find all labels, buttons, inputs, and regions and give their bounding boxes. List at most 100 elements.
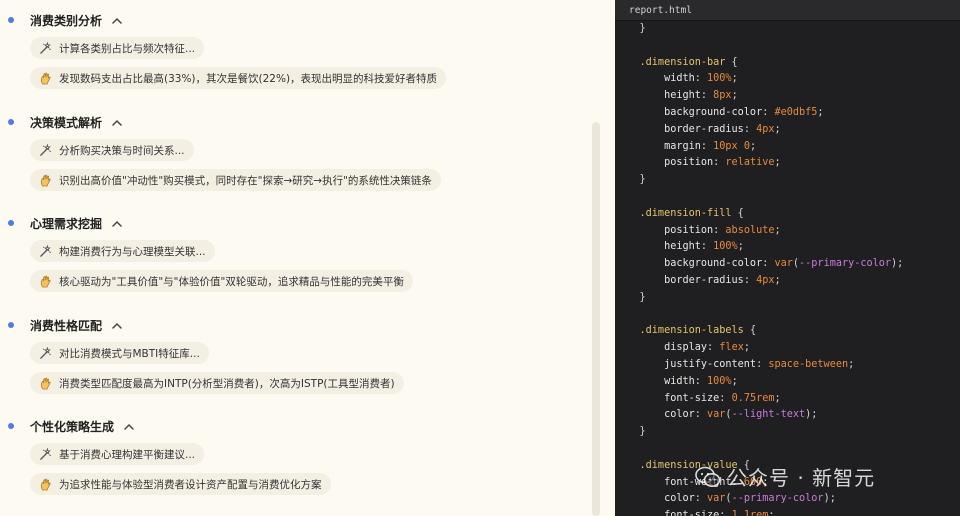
code-token: { (737, 459, 750, 471)
code-token: .dimension-fill (615, 207, 732, 219)
section-title-4[interactable]: 消费性格匹配 (30, 317, 123, 334)
code-line: background-color: #e0dbf5; (615, 105, 960, 122)
code-line: } (615, 424, 960, 441)
code-token: border-radius (615, 123, 744, 135)
code-token: #e0dbf5 (774, 106, 818, 118)
code-token: : (694, 375, 708, 387)
code-token: ; (774, 392, 781, 404)
code-token: ; (774, 274, 781, 286)
code-token: border-radius (615, 274, 744, 286)
code-token: ); (891, 258, 904, 270)
code-token: ; (749, 140, 757, 152)
thinking-step: 识别出高价值"冲动性"购买模式，同时存在"探索→研究→执行"的系统性决策链条 (30, 169, 441, 191)
code-token: ; (731, 90, 738, 102)
code-line: font-size: 0.75rem; (615, 391, 960, 408)
code-token: font-weight (615, 476, 732, 488)
code-token: ); (805, 409, 818, 421)
code-token: .dimension-labels (615, 325, 744, 337)
chevron-up-icon[interactable] (111, 117, 123, 129)
thinking-step: 核心驱动为"工具价值"与"体验价值"双轮驱动，追求精品与性能的完美平衡 (30, 270, 413, 292)
code-token: position (615, 157, 714, 169)
code-token: 0.75rem (731, 392, 775, 404)
code-token: justify-content (615, 358, 757, 370)
code-token: .dimension-bar (615, 56, 726, 68)
code-line: display: flex; (615, 340, 960, 357)
editor-tab[interactable]: report.html (615, 0, 960, 21)
wand-icon (38, 244, 52, 258)
chevron-up-icon[interactable] (123, 421, 135, 433)
section-title-label: 心理需求挖掘 (30, 217, 103, 231)
code-token: width (615, 73, 695, 85)
code-line: .dimension-labels { (615, 323, 960, 340)
code-token: var (707, 409, 726, 421)
chevron-up-icon[interactable] (111, 320, 123, 332)
code-line: background-color: var(--primary-color); (615, 256, 960, 273)
code-view[interactable]: } .dimension-bar { width: 100%; height: … (615, 21, 960, 516)
code-editor: report.html } .dimension-bar { width: 10… (615, 0, 960, 516)
code-token: : (694, 73, 708, 85)
thinking-step: 分析购买决策与时间关系... (30, 139, 194, 161)
code-token: ); (823, 493, 836, 505)
code-line: .dimension-value { (615, 458, 960, 475)
code-line: color: var(--light-text); (615, 407, 960, 424)
code-line: position: relative; (615, 155, 960, 172)
code-line: color: var(--primary-color); (615, 491, 960, 508)
thinking-step-text: 对比消费模式与MBTI特征库... (59, 347, 200, 360)
section-title-3[interactable]: 心理需求挖掘 (30, 215, 123, 232)
hand-icon (38, 71, 52, 85)
code-token: flex (719, 342, 744, 354)
thinking-step-text: 计算各类别占比与频次特征... (59, 42, 196, 55)
code-token: { (731, 207, 744, 219)
code-line: .dimension-fill { (615, 206, 960, 223)
code-token: ; (731, 375, 738, 387)
code-token: : (713, 224, 726, 236)
code-token: : (713, 157, 726, 169)
wand-icon (38, 346, 52, 360)
thinking-step: 为追求性能与体验型消费者设计资产配置与消费优化方案 (30, 473, 331, 495)
code-line: font-weight: 600; (615, 475, 960, 492)
code-token: font-size (615, 510, 720, 516)
code-token: relative (725, 157, 775, 169)
code-token: : (707, 342, 720, 354)
code-token: space-between (768, 358, 849, 370)
code-token: --primary-color (731, 493, 824, 505)
section-title-label: 消费类别分析 (30, 14, 103, 28)
scrollbar[interactable] (592, 122, 600, 516)
thinking-step: 消费类型匹配度最高为INTP(分析型消费者)，次高为ISTP(工具型消费者) (30, 372, 404, 394)
code-token: .dimension-value (615, 459, 738, 471)
thinking-step-text: 消费类型匹配度最高为INTP(分析型消费者)，次高为ISTP(工具型消费者) (59, 377, 395, 390)
code-token: 100% (713, 241, 738, 253)
code-token: ; (731, 73, 738, 85)
thinking-step: 构建消费行为与心理模型关联... (30, 240, 215, 262)
code-token: background-color (615, 258, 763, 270)
code-token: ; (774, 224, 781, 236)
code-token: : (694, 409, 708, 421)
thinking-step-text: 构建消费行为与心理模型关联... (59, 245, 206, 258)
code-token: : (743, 123, 757, 135)
code-token: : (700, 90, 714, 102)
code-token: : (719, 510, 732, 516)
code-token: 100% (707, 73, 732, 85)
code-line: } (615, 172, 960, 189)
code-token: 600 (743, 476, 763, 488)
thinking-step-text: 分析购买决策与时间关系... (59, 144, 185, 157)
code-line: .dimension-bar { (615, 55, 960, 72)
section-title-1[interactable]: 消费类别分析 (30, 12, 123, 29)
code-token: ; (762, 476, 769, 488)
hand-icon (38, 274, 52, 288)
section-title-5[interactable]: 个性化策略生成 (30, 418, 135, 435)
code-token: color (615, 409, 695, 421)
section-title-label: 决策模式解析 (30, 116, 103, 130)
thinking-step-text: 核心驱动为"工具价值"与"体验价值"双轮驱动，追求精品与性能的完美平衡 (59, 275, 404, 288)
code-token: var (774, 258, 793, 270)
code-token: : (700, 140, 714, 152)
code-token: } (615, 174, 646, 186)
code-token: } (615, 291, 646, 303)
chevron-up-icon[interactable] (111, 15, 123, 27)
section-title-2[interactable]: 决策模式解析 (30, 114, 123, 131)
chevron-up-icon[interactable] (111, 218, 123, 230)
code-token: : (694, 493, 708, 505)
code-token: : (719, 392, 732, 404)
